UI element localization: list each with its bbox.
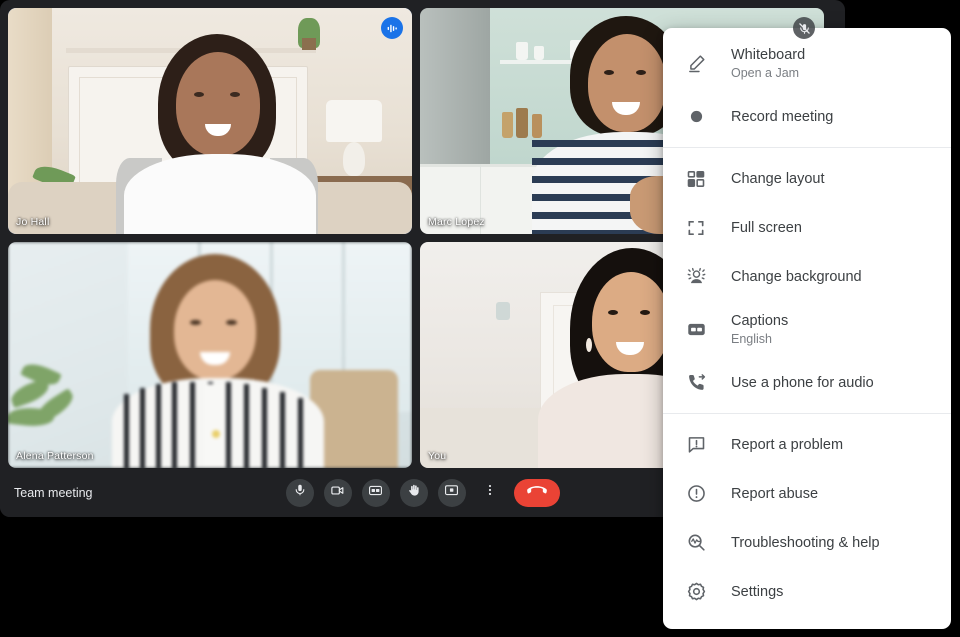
menu-item-captions[interactable]: Captions English bbox=[663, 301, 951, 358]
more-options-menu: Whiteboard Open a Jam Record meeting Cha… bbox=[663, 28, 951, 629]
menu-item-report-problem[interactable]: Report a problem bbox=[663, 420, 951, 469]
menu-item-text: Troubleshooting & help bbox=[731, 534, 880, 552]
layout-grid-icon bbox=[683, 169, 709, 189]
menu-item-label: Record meeting bbox=[731, 108, 834, 125]
menu-item-settings[interactable]: Settings bbox=[663, 567, 951, 616]
screenshot-stage: Jo Hall Marc Lopez Alena Patterson You T… bbox=[0, 0, 960, 637]
menu-item-change-layout[interactable]: Change layout bbox=[663, 154, 951, 203]
participant-name: Jo Hall bbox=[16, 216, 50, 228]
menu-item-troubleshooting[interactable]: Troubleshooting & help bbox=[663, 518, 951, 567]
camera-button[interactable] bbox=[323, 478, 352, 507]
closed-captions-icon bbox=[683, 319, 709, 340]
menu-item-text: Change background bbox=[731, 268, 862, 286]
participant-name: Marc Lopez bbox=[428, 216, 485, 228]
menu-item-label: Whiteboard bbox=[731, 46, 806, 63]
participant-video bbox=[8, 242, 412, 468]
feedback-icon bbox=[683, 434, 709, 455]
participant-tile[interactable]: Jo Hall bbox=[8, 8, 412, 234]
menu-item-text: Change layout bbox=[731, 170, 825, 188]
more-vertical-icon bbox=[483, 483, 497, 502]
phone-forward-icon bbox=[683, 372, 709, 393]
captions-button[interactable] bbox=[361, 478, 390, 507]
pen-icon bbox=[683, 53, 709, 74]
control-button-group bbox=[285, 478, 560, 507]
microphone-icon bbox=[293, 483, 307, 502]
menu-item-text: Report a problem bbox=[731, 436, 843, 454]
camera-icon bbox=[330, 483, 345, 503]
menu-item-label: Troubleshooting & help bbox=[731, 534, 880, 551]
menu-item-text: Report abuse bbox=[731, 485, 818, 503]
participant-name: You bbox=[428, 450, 447, 462]
menu-item-label: Report abuse bbox=[731, 485, 819, 502]
speaking-indicator-icon bbox=[381, 17, 403, 39]
menu-item-label: Settings bbox=[731, 583, 784, 600]
menu-item-text: Settings bbox=[731, 583, 783, 601]
more-options-button[interactable] bbox=[476, 479, 504, 507]
menu-item-whiteboard[interactable]: Whiteboard Open a Jam bbox=[663, 35, 951, 92]
participant-tile[interactable]: Alena Patterson bbox=[8, 242, 412, 468]
closed-captions-icon bbox=[368, 483, 383, 503]
menu-divider bbox=[663, 147, 951, 148]
menu-item-label: Change background bbox=[731, 268, 862, 285]
menu-divider bbox=[663, 413, 951, 414]
gear-icon bbox=[683, 581, 709, 602]
end-call-icon bbox=[526, 480, 547, 505]
menu-item-phone-audio[interactable]: Use a phone for audio bbox=[663, 358, 951, 407]
menu-item-label: Change layout bbox=[731, 170, 825, 187]
present-screen-button[interactable] bbox=[437, 478, 466, 507]
menu-item-record-meeting[interactable]: Record meeting bbox=[663, 92, 951, 141]
participant-name: Alena Patterson bbox=[16, 450, 94, 462]
menu-item-label: Report a problem bbox=[731, 436, 844, 453]
menu-item-text: Captions English bbox=[731, 312, 788, 348]
microphone-button[interactable] bbox=[285, 478, 314, 507]
raise-hand-button[interactable] bbox=[399, 478, 428, 507]
menu-item-label: Full screen bbox=[731, 219, 802, 236]
menu-item-sublabel: English bbox=[731, 331, 772, 346]
menu-item-text: Record meeting bbox=[731, 108, 833, 126]
muted-microphone-icon bbox=[793, 17, 815, 39]
menu-item-report-abuse[interactable]: Report abuse bbox=[663, 469, 951, 518]
participant-video bbox=[8, 8, 412, 234]
menu-item-text: Use a phone for audio bbox=[731, 374, 874, 392]
raise-hand-icon bbox=[407, 483, 421, 502]
change-background-icon bbox=[683, 266, 709, 287]
menu-item-full-screen[interactable]: Full screen bbox=[663, 203, 951, 252]
present-screen-icon bbox=[444, 483, 459, 503]
menu-item-text: Whiteboard Open a Jam bbox=[731, 46, 805, 82]
alert-circle-icon bbox=[683, 483, 709, 504]
record-circle-icon bbox=[683, 106, 709, 127]
menu-item-label: Captions bbox=[731, 312, 789, 329]
menu-item-text: Full screen bbox=[731, 219, 802, 237]
menu-item-change-background[interactable]: Change background bbox=[663, 252, 951, 301]
end-call-button[interactable] bbox=[513, 478, 560, 507]
menu-item-label: Use a phone for audio bbox=[731, 374, 874, 391]
meeting-title: Team meeting bbox=[14, 485, 93, 500]
fullscreen-icon bbox=[683, 218, 709, 238]
troubleshooting-icon bbox=[683, 532, 709, 553]
menu-item-sublabel: Open a Jam bbox=[731, 65, 800, 80]
